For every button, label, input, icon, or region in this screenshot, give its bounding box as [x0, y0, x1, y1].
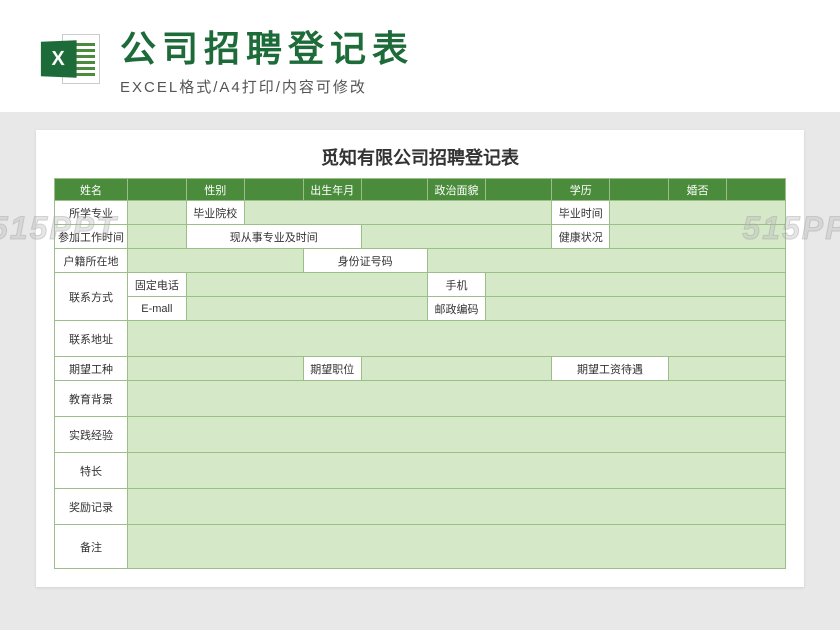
lbl-exp: 实践经验	[55, 417, 128, 453]
cell[interactable]	[427, 249, 785, 273]
lbl-major: 所学专业	[55, 201, 128, 225]
cell[interactable]	[610, 225, 786, 249]
row-remark: 备注	[55, 525, 786, 569]
cell[interactable]	[610, 201, 786, 225]
row-edu: 教育背景	[55, 381, 786, 417]
lbl-contact: 联系方式	[55, 273, 128, 321]
cell[interactable]	[668, 357, 785, 381]
cell[interactable]	[128, 417, 786, 453]
row-award: 奖励记录	[55, 489, 786, 525]
cell[interactable]	[486, 273, 786, 297]
lbl-remark: 备注	[55, 525, 128, 569]
cell[interactable]	[128, 381, 786, 417]
hdr-birth: 出生年月	[303, 179, 361, 201]
hdr-gender: 性别	[186, 179, 244, 201]
hdr-name: 姓名	[55, 179, 128, 201]
cell[interactable]	[128, 357, 303, 381]
header-row: 姓名 性别 出生年月 政治面貌 学历 婚否	[55, 179, 786, 201]
excel-icon: X	[40, 29, 100, 89]
registration-table: 姓名 性别 出生年月 政治面貌 学历 婚否 所学专业 毕业院校 毕业时间 参加工…	[54, 178, 786, 569]
cell[interactable]	[128, 249, 303, 273]
lbl-mobile: 手机	[427, 273, 485, 297]
row-hukou: 户籍所在地 身份证号码	[55, 249, 786, 273]
lbl-edu: 教育背景	[55, 381, 128, 417]
lbl-gradtime: 毕业时间	[552, 201, 610, 225]
row-specialty: 特长	[55, 453, 786, 489]
lbl-post: 邮政编码	[427, 297, 485, 321]
row-worktime: 参加工作时间 现从事专业及时间 健康状况	[55, 225, 786, 249]
cell[interactable]	[361, 357, 551, 381]
cell[interactable]	[186, 297, 427, 321]
cell[interactable]	[186, 273, 427, 297]
lbl-health: 健康状况	[552, 225, 610, 249]
lbl-jobtype: 期望工种	[55, 357, 128, 381]
cell[interactable]	[128, 321, 786, 357]
lbl-tel: 固定电话	[128, 273, 186, 297]
cell[interactable]	[361, 225, 551, 249]
lbl-hukou: 户籍所在地	[55, 249, 128, 273]
row-address: 联系地址	[55, 321, 786, 357]
cell[interactable]	[128, 225, 186, 249]
main-title: 公司招聘登记表	[120, 20, 800, 72]
cell[interactable]	[245, 201, 552, 225]
cell[interactable]	[486, 297, 786, 321]
lbl-addr: 联系地址	[55, 321, 128, 357]
row-exp: 实践经验	[55, 417, 786, 453]
row-contact2: E-mall 邮政编码	[55, 297, 786, 321]
lbl-salary: 期望工资待遇	[552, 357, 669, 381]
row-expect: 期望工种 期望职位 期望工资待遇	[55, 357, 786, 381]
page-header: X 公司招聘登记表 EXCEL格式/A4打印/内容可修改	[0, 0, 840, 112]
lbl-email: E-mall	[128, 297, 186, 321]
sub-title: EXCEL格式/A4打印/内容可修改	[120, 76, 800, 97]
cell[interactable]	[128, 201, 186, 225]
hdr-political: 政治面貌	[427, 179, 485, 201]
lbl-current: 现从事专业及时间	[186, 225, 361, 249]
cell[interactable]	[128, 453, 786, 489]
hdr-education: 学历	[552, 179, 610, 201]
cell[interactable]	[128, 525, 786, 569]
lbl-idno: 身份证号码	[303, 249, 427, 273]
lbl-school: 毕业院校	[186, 201, 244, 225]
title-area: 公司招聘登记表 EXCEL格式/A4打印/内容可修改	[120, 20, 800, 97]
cell[interactable]	[128, 489, 786, 525]
form-sheet: 觅知有限公司招聘登记表 姓名 性别 出生年月 政治面貌 学历 婚否 所学专业 毕…	[36, 130, 804, 587]
lbl-award: 奖励记录	[55, 489, 128, 525]
hdr-marital: 婚否	[668, 179, 726, 201]
form-title: 觅知有限公司招聘登记表	[54, 144, 786, 170]
row-contact1: 联系方式 固定电话 手机	[55, 273, 786, 297]
row-major: 所学专业 毕业院校 毕业时间	[55, 201, 786, 225]
lbl-worktime: 参加工作时间	[55, 225, 128, 249]
lbl-specialty: 特长	[55, 453, 128, 489]
lbl-position: 期望职位	[303, 357, 361, 381]
